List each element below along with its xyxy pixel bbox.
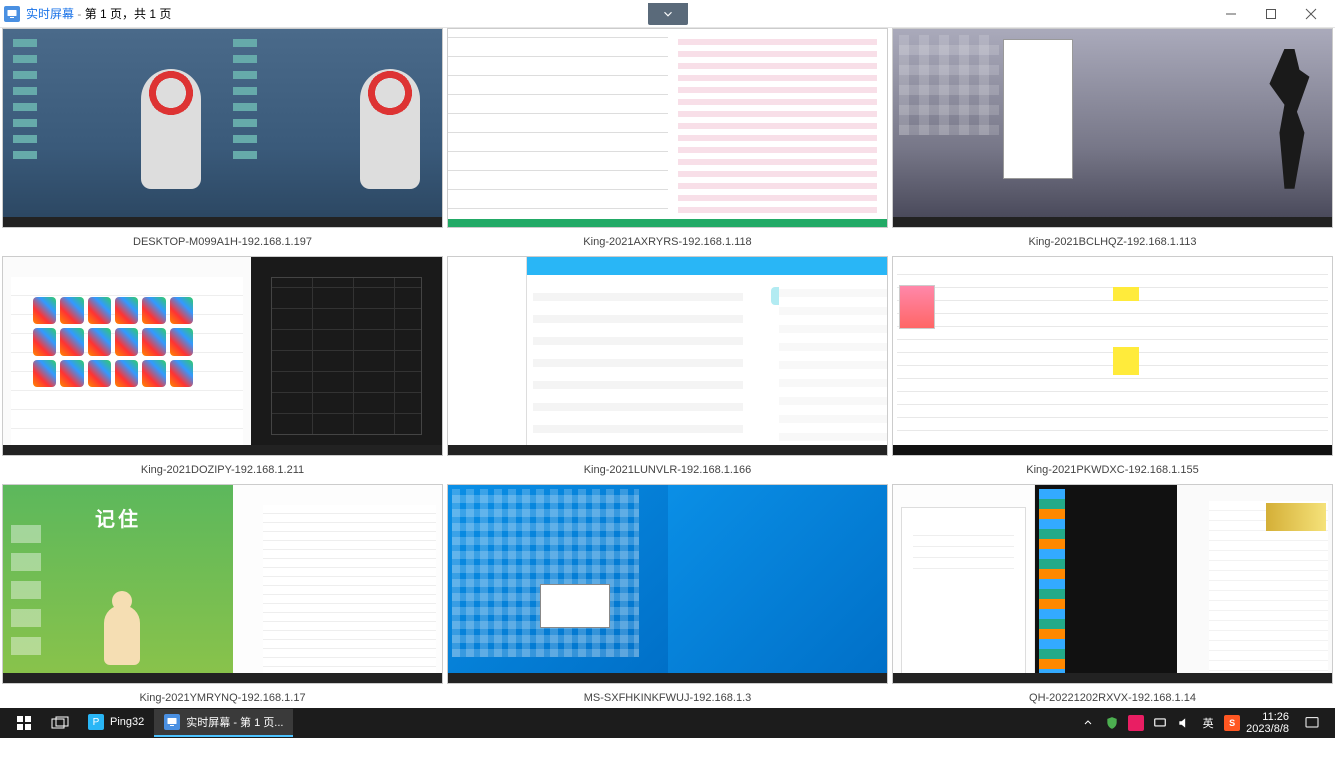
system-tray: 英 S xyxy=(1080,715,1240,731)
screen-cell: King-2021PKWDXC-192.168.1.155 xyxy=(892,256,1333,482)
maximize-button[interactable] xyxy=(1251,2,1291,26)
screen-grid-container: DESKTOP-M099A1H-192.168.1.197 King-2021A… xyxy=(0,28,1335,708)
screen-label: MS-SXFHKINKFWUJ-192.168.1.3 xyxy=(447,684,888,708)
tray-ime-icon[interactable]: 英 xyxy=(1200,715,1216,731)
tray-app-icon[interactable] xyxy=(1128,715,1144,731)
screen-grid: DESKTOP-M099A1H-192.168.1.197 King-2021A… xyxy=(2,28,1333,708)
screen-thumbnail[interactable] xyxy=(892,256,1333,456)
window-controls xyxy=(1211,2,1331,26)
taskbar-app-realtime-screen[interactable]: 实时屏幕 - 第 1 页... xyxy=(154,709,293,737)
action-center-button[interactable] xyxy=(1295,709,1329,737)
taskbar: P Ping32 实时屏幕 - 第 1 页... 英 S 11:26 2023/… xyxy=(0,708,1335,738)
tray-overflow-icon[interactable] xyxy=(1080,715,1096,731)
minimize-button[interactable] xyxy=(1211,2,1251,26)
taskbar-app-ping32[interactable]: P Ping32 xyxy=(78,709,154,737)
dropdown-toggle[interactable] xyxy=(648,3,688,25)
screen-thumbnail[interactable] xyxy=(447,28,888,228)
window-title-page: 第 1 页，共 1 页 xyxy=(85,7,172,21)
title-bar: 实时屏幕 - 第 1 页，共 1 页 xyxy=(0,0,1335,28)
screen-label: King-2021PKWDXC-192.168.1.155 xyxy=(892,456,1333,482)
app-icon xyxy=(4,6,20,22)
screen-cell: King-2021AXRYRS-192.168.1.118 xyxy=(447,28,888,254)
taskbar-app-label: 实时屏幕 - 第 1 页... xyxy=(186,714,283,730)
screen-label: King-2021DOZIPY-192.168.1.211 xyxy=(2,456,443,482)
screen-thumbnail[interactable] xyxy=(447,256,888,456)
tray-volume-icon[interactable] xyxy=(1176,715,1192,731)
screen-label: King-2021AXRYRS-192.168.1.118 xyxy=(447,228,888,254)
taskbar-clock[interactable]: 11:26 2023/8/8 xyxy=(1240,711,1295,735)
clock-time: 11:26 xyxy=(1262,711,1289,723)
screen-thumbnail[interactable] xyxy=(892,484,1333,684)
screen-cell: 记住 King-2021YMRYNQ-192.168.1.17 xyxy=(2,484,443,708)
window-title-main: 实时屏幕 xyxy=(26,7,74,21)
tray-sogou-icon[interactable]: S xyxy=(1224,715,1240,731)
screen-cell: King-2021BCLHQZ-192.168.1.113 xyxy=(892,28,1333,254)
screen-thumbnail[interactable]: 记住 xyxy=(2,484,443,684)
clock-date: 2023/8/8 xyxy=(1246,723,1289,735)
monitor-icon xyxy=(164,714,180,730)
ping32-icon: P xyxy=(88,714,104,730)
screen-label: King-2021LUNVLR-192.168.1.166 xyxy=(447,456,888,482)
tray-shield-icon[interactable] xyxy=(1104,715,1120,731)
screen-label: King-2021BCLHQZ-192.168.1.113 xyxy=(892,228,1333,254)
screen-label: QH-20221202RXVX-192.168.1.14 xyxy=(892,684,1333,708)
start-button[interactable] xyxy=(6,709,42,737)
screen-thumbnail[interactable] xyxy=(892,28,1333,228)
screen-cell: DESKTOP-M099A1H-192.168.1.197 xyxy=(2,28,443,254)
screen-label: DESKTOP-M099A1H-192.168.1.197 xyxy=(2,228,443,254)
screen-cell: MS-SXFHKINKFWUJ-192.168.1.3 xyxy=(447,484,888,708)
taskbar-app-label: Ping32 xyxy=(110,716,144,728)
screen-thumbnail[interactable] xyxy=(447,484,888,684)
close-button[interactable] xyxy=(1291,2,1331,26)
screen-label: King-2021YMRYNQ-192.168.1.17 xyxy=(2,684,443,708)
cartoon-text: 记住 xyxy=(95,503,141,532)
screen-thumbnail[interactable] xyxy=(2,28,443,228)
task-view-button[interactable] xyxy=(42,709,78,737)
window-title: 实时屏幕 - 第 1 页，共 1 页 xyxy=(26,5,171,22)
screen-thumbnail[interactable] xyxy=(2,256,443,456)
screen-cell: King-2021DOZIPY-192.168.1.211 xyxy=(2,256,443,482)
screen-cell: King-2021LUNVLR-192.168.1.166 xyxy=(447,256,888,482)
screen-cell: QH-20221202RXVX-192.168.1.14 xyxy=(892,484,1333,708)
tray-network-icon[interactable] xyxy=(1152,715,1168,731)
